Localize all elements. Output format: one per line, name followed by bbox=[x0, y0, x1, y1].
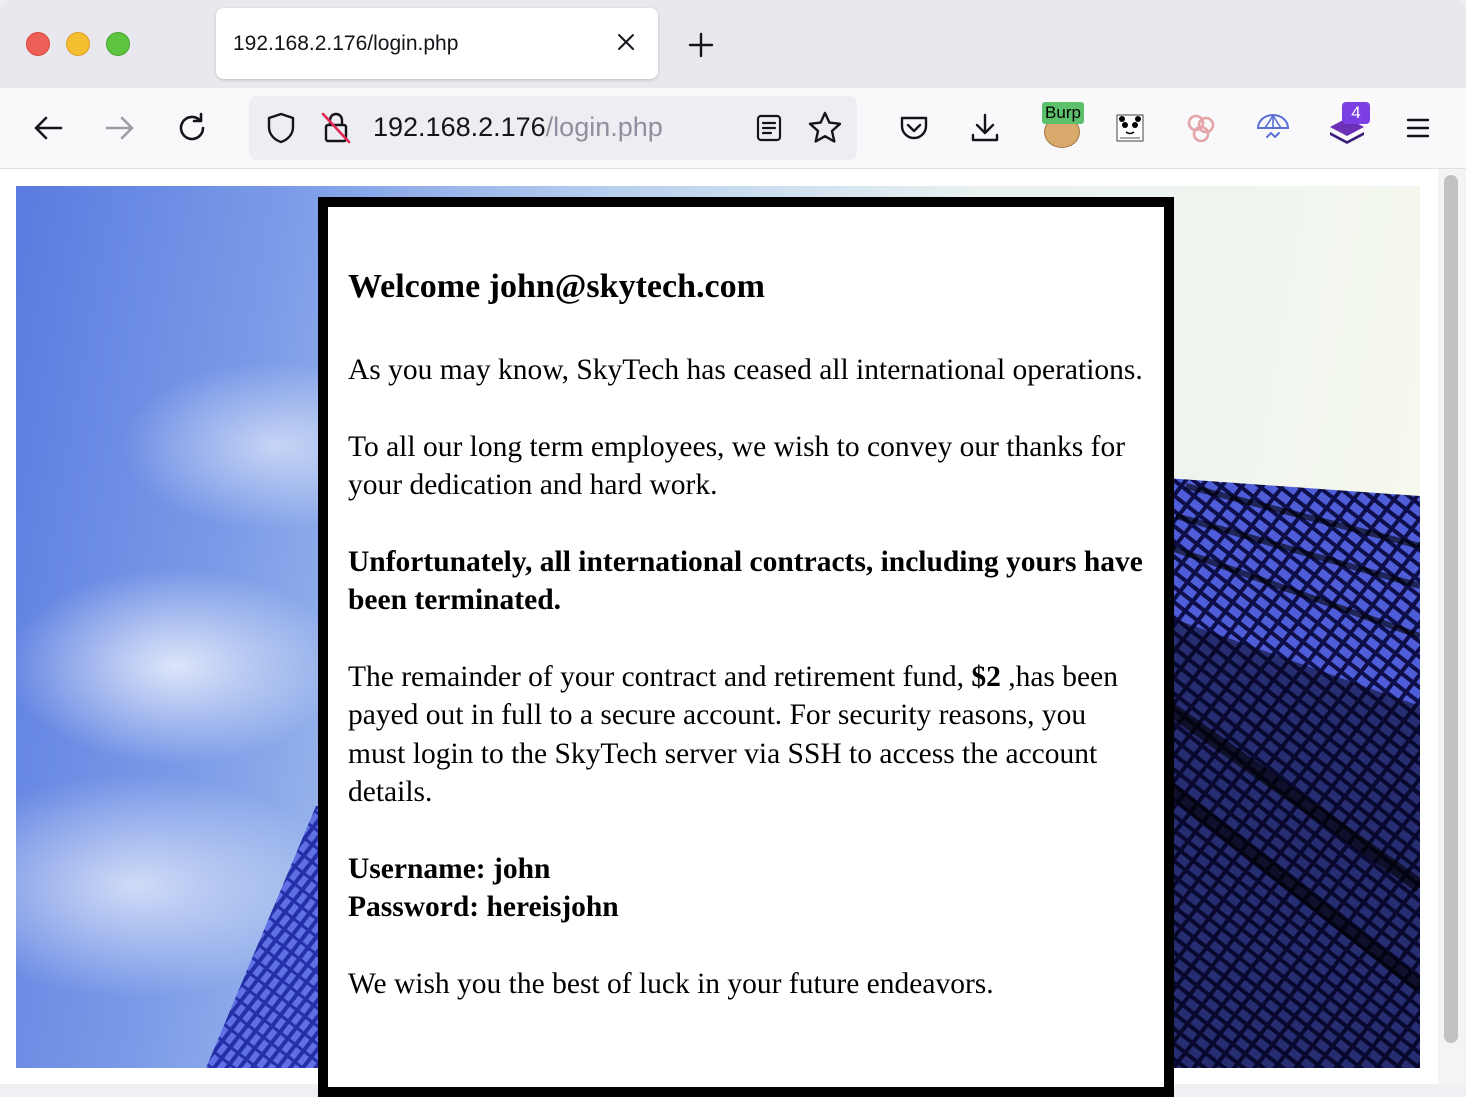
new-tab-button[interactable] bbox=[686, 30, 716, 60]
url-host: 192.168.2.176 bbox=[373, 112, 546, 142]
close-window-button[interactable] bbox=[26, 32, 50, 56]
navigation-toolbar: 192.168.2.176/login.php Burp 4 bbox=[0, 88, 1466, 169]
pocket-icon bbox=[900, 116, 928, 140]
page-viewport: Welcome john@skytech.com As you may know… bbox=[0, 169, 1466, 1097]
browser-tab[interactable]: 192.168.2.176/login.php bbox=[216, 8, 658, 79]
insecure-lock-icon[interactable] bbox=[319, 110, 353, 151]
closing-paragraph: We wish you the best of luck in your fut… bbox=[348, 967, 994, 1000]
reader-view-icon[interactable] bbox=[753, 112, 785, 149]
password-line: Password: hereisjohn bbox=[348, 891, 619, 923]
back-button[interactable] bbox=[30, 110, 66, 146]
scrollbar-thumb[interactable] bbox=[1444, 175, 1458, 1043]
vpn-extension-button[interactable] bbox=[1255, 110, 1291, 146]
credentials-block: Username: john Password: hereisjohn bbox=[348, 850, 1148, 927]
notification-badge: 4 bbox=[1342, 102, 1370, 124]
close-tab-icon[interactable] bbox=[614, 30, 638, 54]
back-arrow-icon bbox=[34, 116, 63, 140]
payout-text-start: The remainder of your contract and retir… bbox=[348, 660, 972, 693]
welcome-heading: Welcome john@skytech.com bbox=[348, 268, 765, 305]
url-path: /login.php bbox=[545, 112, 663, 142]
bookmark-star-icon[interactable] bbox=[807, 110, 843, 151]
message-body: Welcome john@skytech.com As you may know… bbox=[348, 267, 1148, 1041]
minimize-window-button[interactable] bbox=[66, 32, 90, 56]
app-menu-button[interactable] bbox=[1400, 110, 1436, 146]
zoom-window-button[interactable] bbox=[106, 32, 130, 56]
tab-title: 192.168.2.176/login.php bbox=[233, 32, 459, 55]
termination-paragraph: Unfortunately, all international contrac… bbox=[348, 545, 1143, 617]
downloads-button[interactable] bbox=[967, 110, 1003, 146]
operations-paragraph: As you may know, SkyTech has ceased all … bbox=[348, 354, 1143, 386]
url-text[interactable]: 192.168.2.176/login.php bbox=[373, 112, 663, 143]
burp-badge: Burp bbox=[1042, 102, 1084, 124]
browser-titlebar: 192.168.2.176/login.php bbox=[0, 0, 1466, 88]
pocket-button[interactable] bbox=[896, 110, 932, 146]
forward-arrow-icon bbox=[105, 116, 134, 140]
address-bar[interactable]: 192.168.2.176/login.php bbox=[249, 96, 857, 160]
download-icon bbox=[971, 113, 999, 142]
hamburger-menu-icon bbox=[1406, 118, 1430, 138]
payout-amount: $2 bbox=[971, 660, 1001, 693]
panda-icon bbox=[1116, 114, 1144, 142]
notes-extension-button[interactable]: 4 bbox=[1326, 102, 1374, 150]
message-card: Welcome john@skytech.com As you may know… bbox=[318, 197, 1174, 1097]
thanks-paragraph: To all our long term employees, we wish … bbox=[348, 430, 1126, 502]
panda-extension-button[interactable] bbox=[1112, 110, 1148, 146]
multi-account-extension-button[interactable] bbox=[1183, 110, 1219, 146]
shield-icon[interactable] bbox=[263, 110, 299, 151]
reload-button[interactable] bbox=[174, 110, 210, 146]
payout-paragraph: The remainder of your contract and retir… bbox=[348, 658, 1148, 812]
circles-icon bbox=[1187, 114, 1215, 143]
umbrella-icon bbox=[1256, 114, 1290, 139]
username-line: Username: john bbox=[348, 852, 551, 885]
forward-button[interactable] bbox=[102, 110, 138, 146]
reload-icon bbox=[179, 112, 205, 141]
burp-extension-button[interactable]: Burp bbox=[1040, 102, 1084, 148]
